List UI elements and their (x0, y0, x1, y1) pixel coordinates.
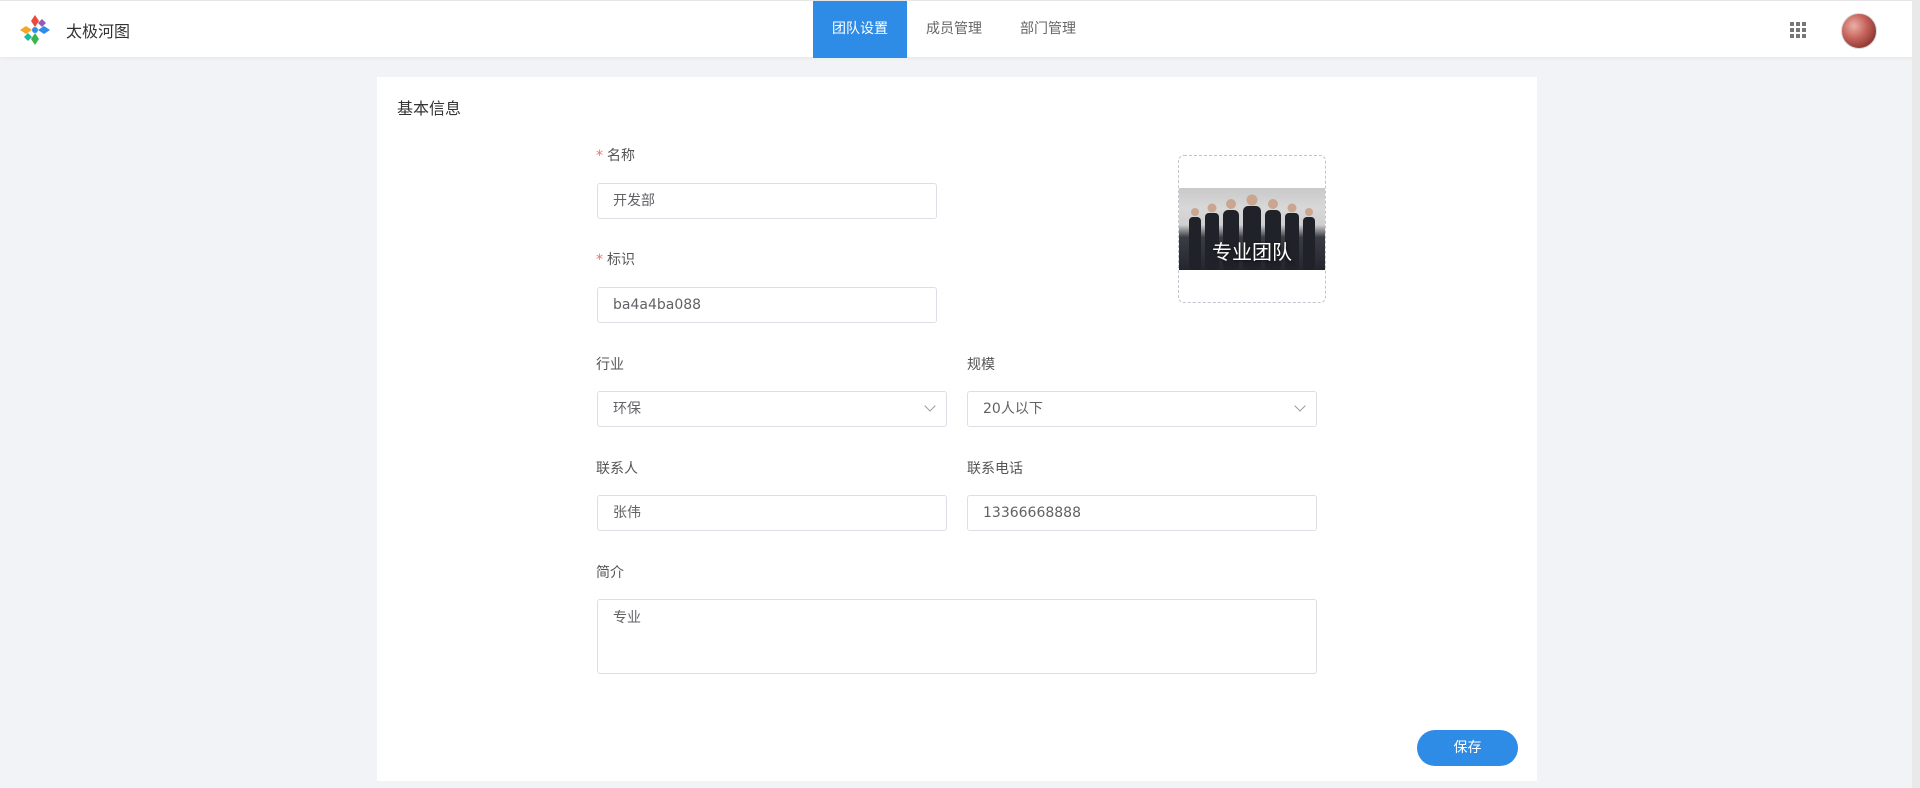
intro-textarea[interactable]: 专业 (597, 599, 1317, 674)
save-button[interactable]: 保存 (1417, 730, 1518, 766)
tab-team-settings[interactable]: 团队设置 (813, 1, 907, 58)
contact-input[interactable]: 张伟 (597, 495, 947, 531)
required-mark: * (596, 252, 603, 268)
tab-member-management[interactable]: 成员管理 (907, 1, 1001, 58)
top-nav: 团队设置 成员管理 部门管理 (813, 1, 1095, 58)
identifier-input[interactable]: ba4a4ba088 (597, 287, 937, 323)
team-photo-caption: 专业团队 (1212, 240, 1292, 264)
top-header: 太极河图 团队设置 成员管理 部门管理 (0, 0, 1920, 58)
brand-name: 太极河图 (66, 22, 131, 41)
team-image-upload[interactable]: 专业团队 (1178, 155, 1326, 303)
chevron-down-icon (924, 400, 936, 412)
chevron-down-icon (1294, 400, 1306, 412)
name-label: * 名称 (596, 145, 635, 165)
apps-grid-icon[interactable] (1790, 22, 1806, 38)
name-label-text: 名称 (607, 148, 635, 164)
identifier-label: * 标识 (596, 249, 635, 269)
scale-label: 规模 (967, 357, 995, 373)
team-photo: 专业团队 (1179, 188, 1325, 270)
industry-select[interactable]: 环保 (597, 391, 947, 427)
basic-info-card: 基本信息 * 名称 开发部 * 标识 ba4a4ba088 专业团队 行业 环保… (377, 77, 1537, 781)
industry-label: 行业 (596, 357, 624, 373)
tab-department-management[interactable]: 部门管理 (1001, 1, 1095, 58)
avatar[interactable] (1841, 13, 1877, 49)
contact-label: 联系人 (596, 461, 638, 477)
logo-icon (20, 15, 50, 45)
phone-input[interactable]: 13366668888 (967, 495, 1317, 531)
phone-label: 联系电话 (967, 461, 1023, 477)
intro-label: 简介 (596, 565, 624, 581)
industry-select-value: 环保 (613, 401, 641, 417)
card-title: 基本信息 (397, 99, 462, 118)
scale-select-value: 20人以下 (983, 401, 1043, 417)
required-mark: * (596, 148, 603, 164)
scale-select[interactable]: 20人以下 (967, 391, 1317, 427)
page-scrollbar[interactable] (1912, 0, 1920, 788)
name-input[interactable]: 开发部 (597, 183, 937, 219)
brand[interactable]: 太极河图 (18, 13, 130, 47)
identifier-label-text: 标识 (607, 252, 635, 268)
